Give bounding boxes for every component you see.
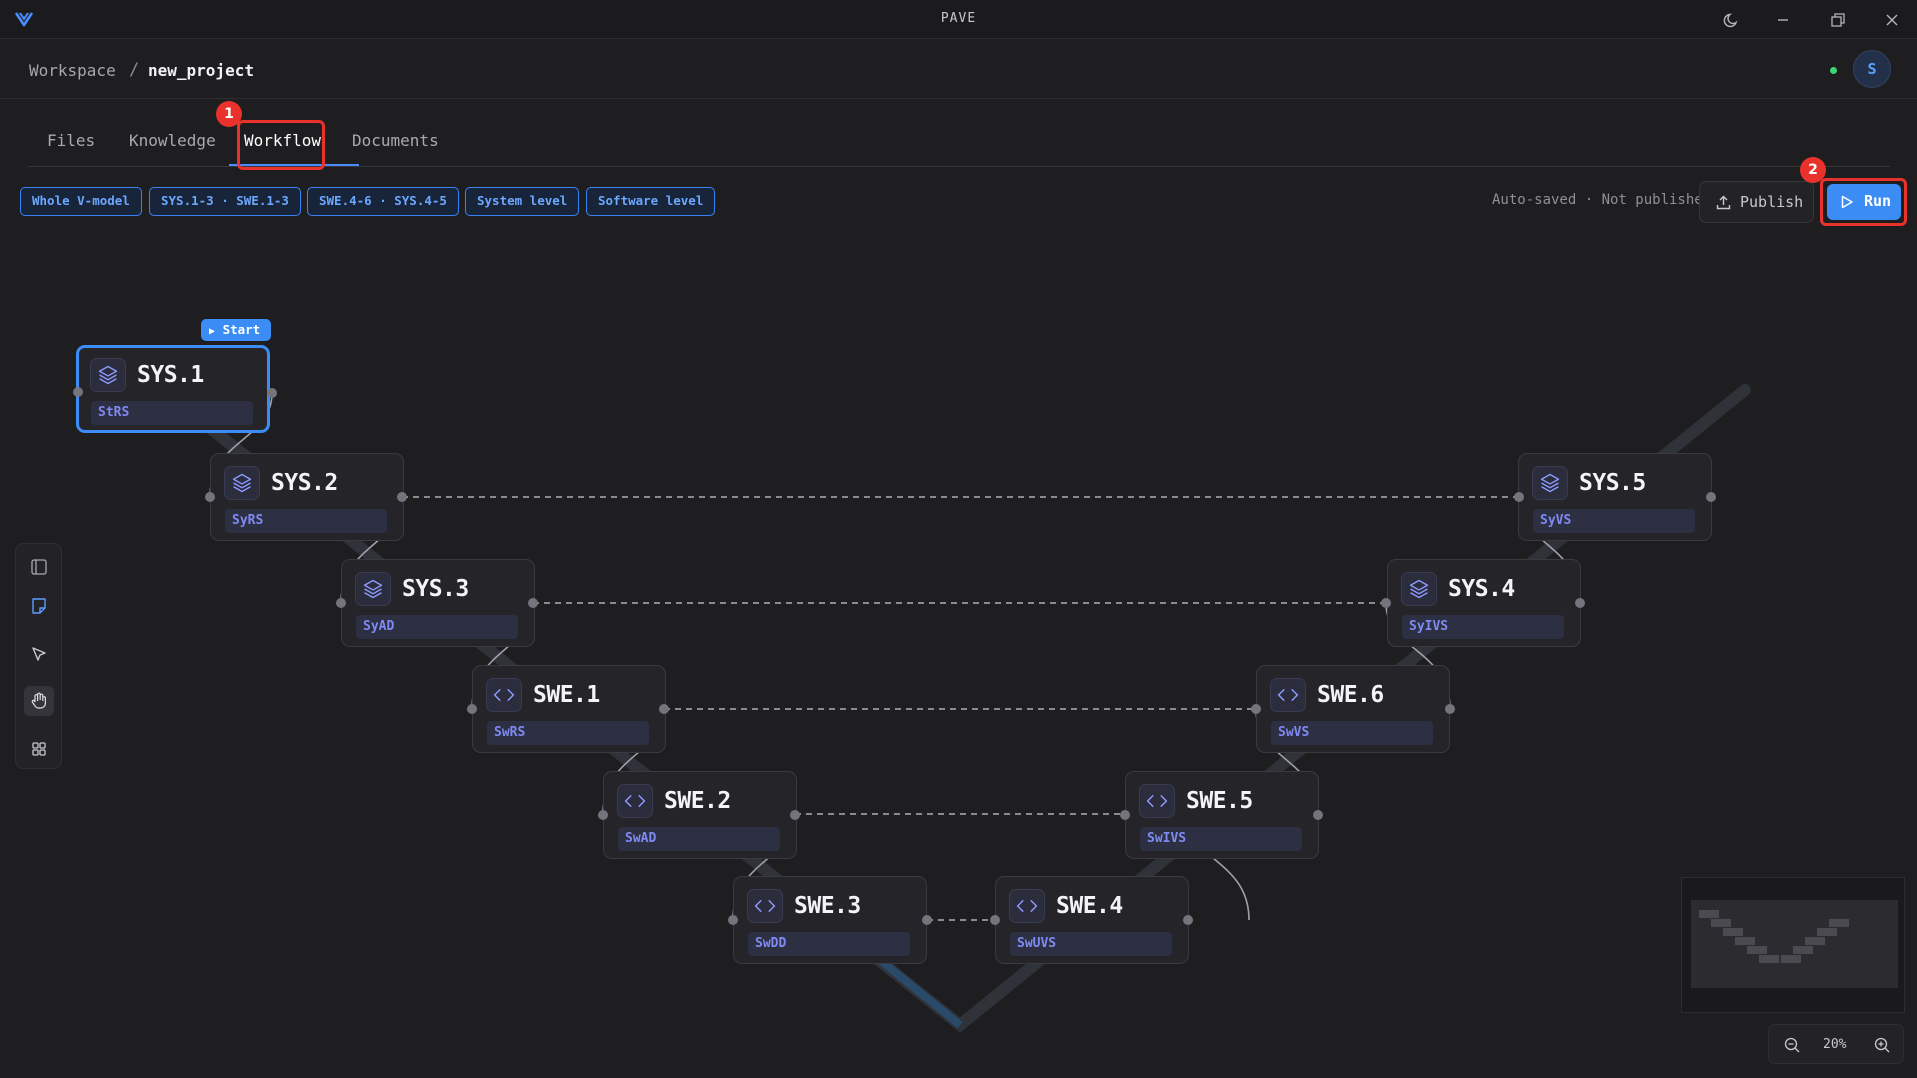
layers-icon [1532,466,1568,500]
node-handle[interactable] [205,492,215,502]
hand-pan-icon[interactable] [24,686,54,716]
minimap-node [1805,937,1825,945]
node-sys5[interactable]: SYS.5 SyVS [1518,453,1712,541]
node-title: SYS.1 [137,362,204,388]
node-title: SYS.4 [1448,576,1515,602]
node-title: SYS.2 [271,470,338,496]
node-handle[interactable] [1313,810,1323,820]
node-swe1[interactable]: SWE.1 SwRS [472,665,666,753]
code-icon [486,678,522,712]
node-handle[interactable] [1120,810,1130,820]
code-icon [1270,678,1306,712]
zoom-level: 20% [1823,1037,1847,1052]
zoom-in-icon[interactable] [1873,1036,1891,1054]
node-title: SWE.3 [794,893,861,919]
node-swe6[interactable]: SWE.6 SwVS [1256,665,1450,753]
node-title: SWE.6 [1317,682,1384,708]
node-title: SWE.2 [664,788,731,814]
node-subtitle: SwAD [618,827,780,851]
minimap-node [1759,955,1779,963]
sticky-note-icon[interactable] [24,591,54,621]
node-handle[interactable] [1183,915,1193,925]
node-title: SWE.5 [1186,788,1253,814]
minimap-node [1735,937,1755,945]
minimap[interactable] [1681,877,1905,1013]
node-subtitle: SwVS [1271,721,1433,745]
node-handle[interactable] [728,915,738,925]
grid-icon[interactable] [24,734,54,764]
node-subtitle: SyAD [356,615,518,639]
node-sys4[interactable]: SYS.4 SyIVS [1387,559,1581,647]
node-subtitle: SwRS [487,721,649,745]
node-swe3[interactable]: SWE.3 SwDD [733,876,927,964]
code-icon [617,784,653,818]
layers-icon [90,358,126,392]
start-label: Start [222,322,261,337]
node-handle[interactable] [73,387,83,397]
start-tag: ▶ Start [201,319,271,341]
node-handle[interactable] [267,388,277,398]
node-handle[interactable] [1251,704,1261,714]
minimap-node [1699,910,1719,918]
node-handle[interactable] [1445,704,1455,714]
node-handle[interactable] [397,492,407,502]
node-handle[interactable] [1575,598,1585,608]
node-swe5[interactable]: SWE.5 SwIVS [1125,771,1319,859]
layers-icon [1401,572,1437,606]
minimap-node [1711,919,1731,927]
minimap-node [1829,919,1849,927]
v-model-guide [169,384,1751,1033]
node-subtitle: SwDD [748,932,910,956]
node-title: SYS.3 [402,576,469,602]
minimap-viewport [1691,900,1898,988]
canvas-tool-panel [15,543,62,769]
node-handle[interactable] [1514,492,1524,502]
node-handle[interactable] [528,598,538,608]
v-model-guide-highlight [877,956,963,1029]
node-handle[interactable] [336,598,346,608]
node-subtitle: SwIVS [1140,827,1302,851]
code-icon [747,889,783,923]
code-icon [1009,889,1045,923]
minimap-node [1747,946,1767,954]
node-title: SWE.1 [533,682,600,708]
node-subtitle: SyRS [225,509,387,533]
node-subtitle: StRS [91,401,253,425]
node-subtitle: SyVS [1533,509,1695,533]
node-handle[interactable] [1381,598,1391,608]
node-sys2[interactable]: SYS.2 SyRS [210,453,404,541]
node-sys1[interactable]: SYS.1 StRS [76,345,270,433]
minimap-node [1781,955,1801,963]
node-swe4[interactable]: SWE.4 SwUVS [995,876,1189,964]
node-handle[interactable] [598,810,608,820]
zoom-out-icon[interactable] [1783,1036,1801,1054]
minimap-node [1793,946,1813,954]
minimap-node [1723,928,1743,936]
node-handle[interactable] [1706,492,1716,502]
node-handle[interactable] [659,704,669,714]
node-title: SYS.5 [1579,470,1646,496]
layers-icon [355,572,391,606]
node-title: SWE.4 [1056,893,1123,919]
sidebar-toggle-icon[interactable] [24,552,54,582]
start-play-icon: ▶ [209,326,216,337]
code-icon [1139,784,1175,818]
layers-icon [224,466,260,500]
node-handle[interactable] [922,915,932,925]
node-handle[interactable] [467,704,477,714]
node-swe2[interactable]: SWE.2 SwAD [603,771,797,859]
node-handle[interactable] [990,915,1000,925]
sequence-links [209,392,1581,921]
node-sys3[interactable]: SYS.3 SyAD [341,559,535,647]
node-subtitle: SwUVS [1010,932,1172,956]
node-subtitle: SyIVS [1402,615,1564,639]
pointer-icon[interactable] [24,639,54,669]
minimap-node [1817,928,1837,936]
zoom-controls: 20% [1768,1024,1904,1064]
node-handle[interactable] [790,810,800,820]
